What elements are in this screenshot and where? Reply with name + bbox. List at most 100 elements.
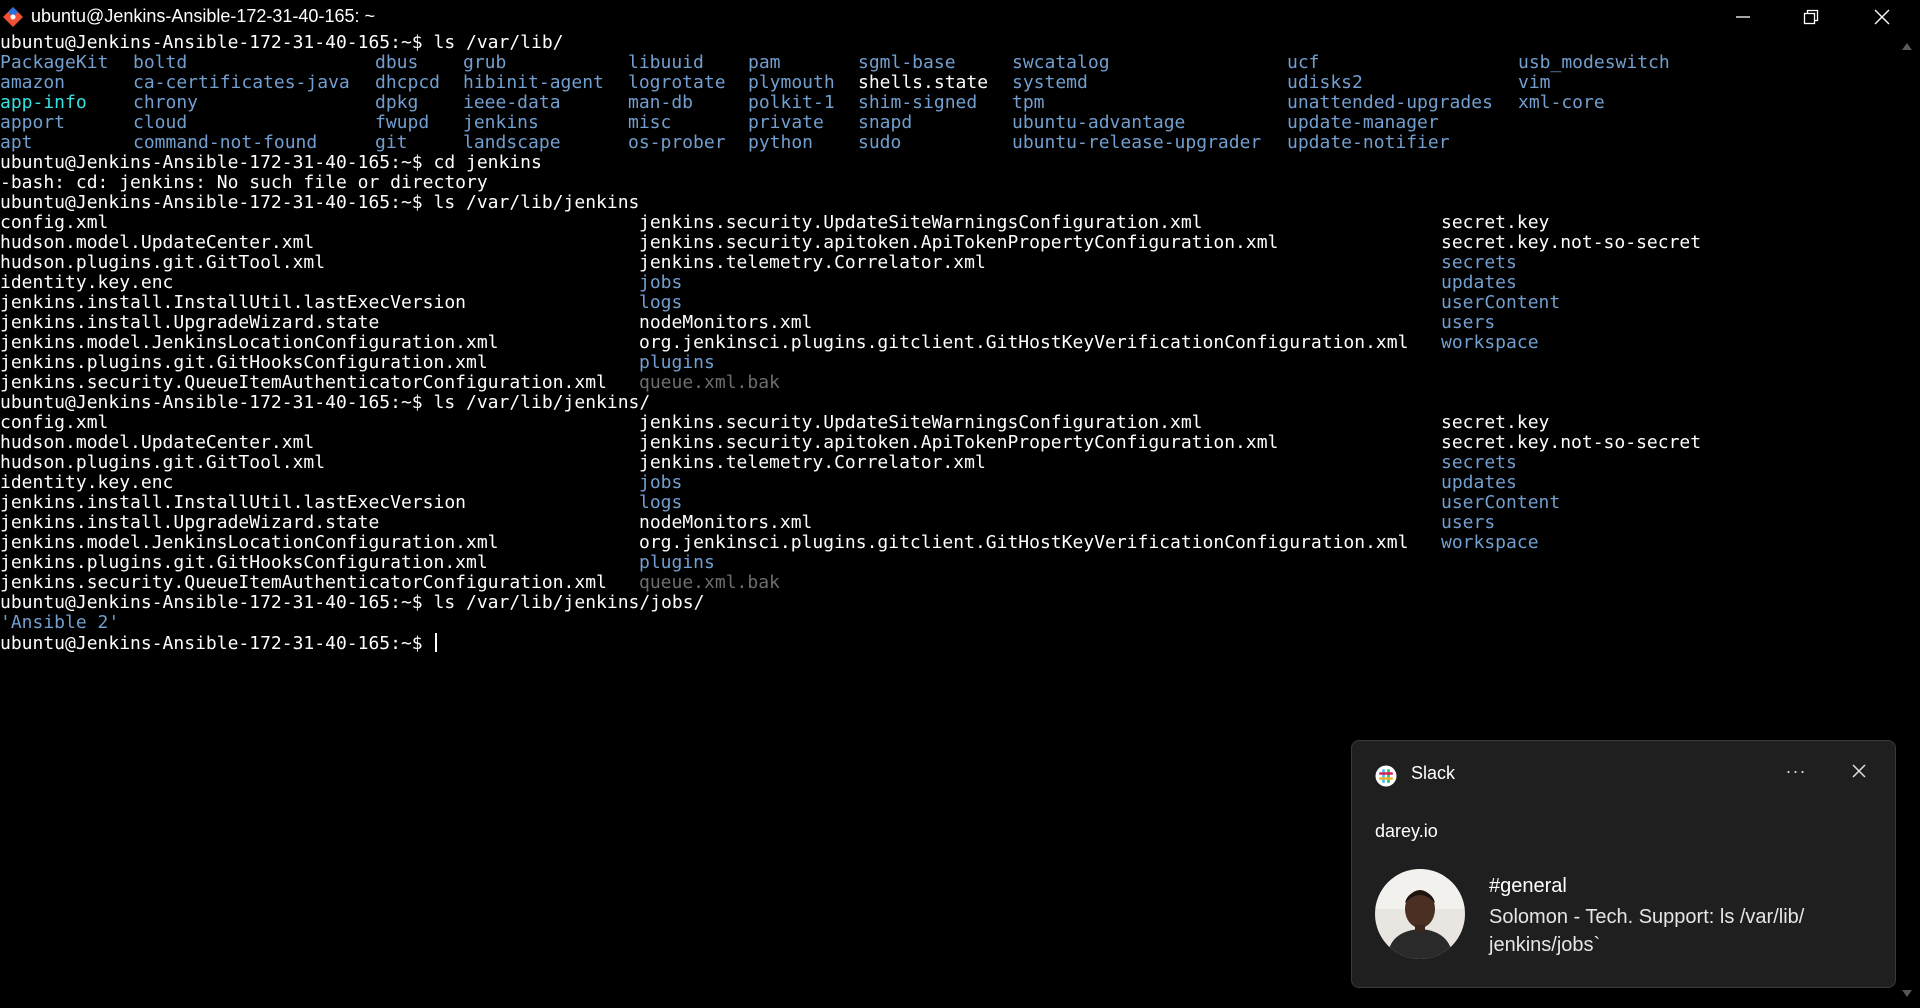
terminal-text: private <box>748 112 824 133</box>
notification-workspace: darey.io <box>1375 821 1438 841</box>
terminal-text: 'Ansible 2' <box>0 612 120 633</box>
terminal-text: apport <box>0 112 66 133</box>
terminal-text: chrony <box>133 92 199 113</box>
terminal-line: 'Ansible 2' <box>0 613 1896 633</box>
scroll-up-icon[interactable] <box>1900 40 1914 54</box>
terminal-line: jenkins.model.JenkinsLocationConfigurati… <box>0 333 1896 353</box>
terminal-line: hudson.model.UpdateCenter.xml jenkins.sec… <box>0 233 1896 253</box>
terminal-text: ubuntu@Jenkins-Ansible-172-31-40-165:~$ … <box>0 32 564 53</box>
terminal-text: jenkins.model.JenkinsLocationConfigurati… <box>0 332 499 353</box>
terminal-text: jenkins.security.UpdateSiteWarningsConfi… <box>639 412 1203 433</box>
terminal-text: PackageKit <box>0 52 109 73</box>
terminal-text: man-db <box>628 92 694 113</box>
terminal-text: ubuntu@Jenkins-Ansible-172-31-40-165:~$ … <box>0 392 651 413</box>
terminal-text: hudson.plugins.git.GitTool.xml <box>0 452 326 473</box>
minimize-icon <box>1736 16 1750 18</box>
terminal-text: libuuid <box>628 52 704 73</box>
terminal-text: jenkins.install.UpgradeWizard.state <box>0 512 380 533</box>
terminal-text: ubuntu@Jenkins-Ansible-172-31-40-165:~$ … <box>0 192 640 213</box>
more-options-icon: ··· <box>1785 760 1807 781</box>
scroll-down-icon[interactable] <box>1900 986 1914 1000</box>
terminal-text: ca-certificates-java <box>133 72 350 93</box>
terminal-text: jenkins.model.JenkinsLocationConfigurati… <box>0 532 499 553</box>
terminal-line: jenkins.plugins.git.GitHooksConfiguratio… <box>0 353 1896 373</box>
restore-button[interactable] <box>1777 0 1845 34</box>
terminal-text: systemd <box>1012 72 1088 93</box>
terminal-text: secrets <box>1441 452 1517 473</box>
terminal-text: jenkins.install.UpgradeWizard.state <box>0 312 380 333</box>
terminal-text: updates <box>1441 472 1517 493</box>
git-bash-icon <box>3 7 23 27</box>
terminal-text: os-prober <box>628 132 726 153</box>
terminal-line: jenkins.install.UpgradeWizard.state nodeM… <box>0 513 1896 533</box>
notification-channel: #general <box>1489 875 1567 897</box>
window-title: ubuntu@Jenkins-Ansible-172-31-40-165: ~ <box>31 6 375 26</box>
terminal-text: plymouth <box>748 72 835 93</box>
terminal-text: swcatalog <box>1012 52 1110 73</box>
terminal-text: jenkins.install.InstallUtil.lastExecVers… <box>0 292 466 313</box>
terminal-text: users <box>1441 312 1496 333</box>
terminal-line: apt command-not-found git landscape os-probe… <box>0 133 1896 153</box>
terminal-text: users <box>1441 512 1496 533</box>
close-icon <box>1874 9 1890 25</box>
terminal-text: queue.xml.bak <box>639 372 780 393</box>
notification-message: Solomon - Tech. Support: ls /var/lib/ je… <box>1489 906 1805 956</box>
terminal-text: secret.key.not-so-secret <box>1441 232 1702 253</box>
terminal-text: config.xml <box>0 212 109 233</box>
terminal-text: queue.xml.bak <box>639 572 780 593</box>
terminal-text: dbus <box>375 52 419 73</box>
slack-notification[interactable]: Slack ··· darey.io #general Solomon - Te… <box>1351 740 1896 988</box>
terminal-text: ubuntu@Jenkins-Ansible-172-31-40-165:~$ <box>0 633 438 654</box>
terminal-line: apport cloud fwupd jenkins misc private snapd u… <box>0 113 1896 133</box>
terminal-line: ubuntu@Jenkins-Ansible-172-31-40-165:~$ … <box>0 193 1896 213</box>
terminal-text: org.jenkinsci.plugins.gitclient.GitHostK… <box>639 532 1409 553</box>
terminal-text: landscape <box>463 132 561 153</box>
terminal-cursor <box>435 633 438 652</box>
close-window-button[interactable] <box>1848 0 1916 34</box>
terminal-line: hudson.model.UpdateCenter.xml jenkins.sec… <box>0 433 1896 453</box>
terminal-text: update-manager <box>1287 112 1439 133</box>
terminal-line: jenkins.install.InstallUtil.lastExecVers… <box>0 293 1896 313</box>
terminal-text: cloud <box>133 112 188 133</box>
notification-close-button[interactable] <box>1842 755 1876 787</box>
terminal-text: -bash: cd: jenkins: No such file or dire… <box>0 172 488 193</box>
terminal-line: jenkins.security.QueueItemAuthenticatorC… <box>0 373 1896 393</box>
terminal-text: jenkins.telemetry.Correlator.xml <box>639 252 986 273</box>
terminal-text: udisks2 <box>1287 72 1363 93</box>
terminal-text: dhcpcd <box>375 72 441 93</box>
slack-logo-icon <box>1375 765 1397 787</box>
terminal-text: ubuntu-release-upgrader <box>1012 132 1262 153</box>
terminal-text: ubuntu-advantage <box>1012 112 1186 133</box>
terminal-text: jobs <box>639 472 683 493</box>
terminal-line: app-info chrony dpkg ieee-data man-db polkit-… <box>0 93 1896 113</box>
terminal-text: config.xml <box>0 412 109 433</box>
terminal-text: app-info <box>0 92 87 113</box>
terminal-text: hibinit-agent <box>463 72 604 93</box>
terminal-text: unattended-upgrades <box>1287 92 1493 113</box>
minimize-button[interactable] <box>1709 0 1777 34</box>
terminal-text: jenkins <box>463 112 539 133</box>
terminal-text: secret.key <box>1441 212 1550 233</box>
terminal-text: usb_modeswitch <box>1518 52 1670 73</box>
close-icon <box>1852 764 1866 778</box>
terminal-text: apt <box>0 132 33 153</box>
terminal-text: nodeMonitors.xml <box>639 312 813 333</box>
terminal-text: secret.key <box>1441 412 1550 433</box>
notification-app-name: Slack <box>1411 763 1456 783</box>
terminal-text: jenkins.security.QueueItemAuthenticatorC… <box>0 372 607 393</box>
terminal-text: jenkins.telemetry.Correlator.xml <box>639 452 986 473</box>
terminal-text: sgml-base <box>858 52 956 73</box>
terminal-text: git <box>375 132 408 153</box>
terminal-line: ubuntu@Jenkins-Ansible-172-31-40-165:~$ … <box>0 153 1896 173</box>
terminal-line: jenkins.model.JenkinsLocationConfigurati… <box>0 533 1896 553</box>
terminal-line: ubuntu@Jenkins-Ansible-172-31-40-165:~$ … <box>0 593 1896 613</box>
terminal-text: logs <box>639 492 683 513</box>
terminal-text: updates <box>1441 272 1517 293</box>
terminal-text: secret.key.not-so-secret <box>1441 432 1702 453</box>
terminal-text: ucf <box>1287 52 1320 73</box>
more-options-button[interactable]: ··· <box>1776 755 1816 787</box>
terminal-text: jenkins.security.apitoken.ApiTokenProper… <box>639 232 1279 253</box>
terminal-line: ubuntu@Jenkins-Ansible-172-31-40-165:~$ … <box>0 33 1896 53</box>
terminal-text: hudson.model.UpdateCenter.xml <box>0 432 315 453</box>
terminal-text: tpm <box>1012 92 1045 113</box>
